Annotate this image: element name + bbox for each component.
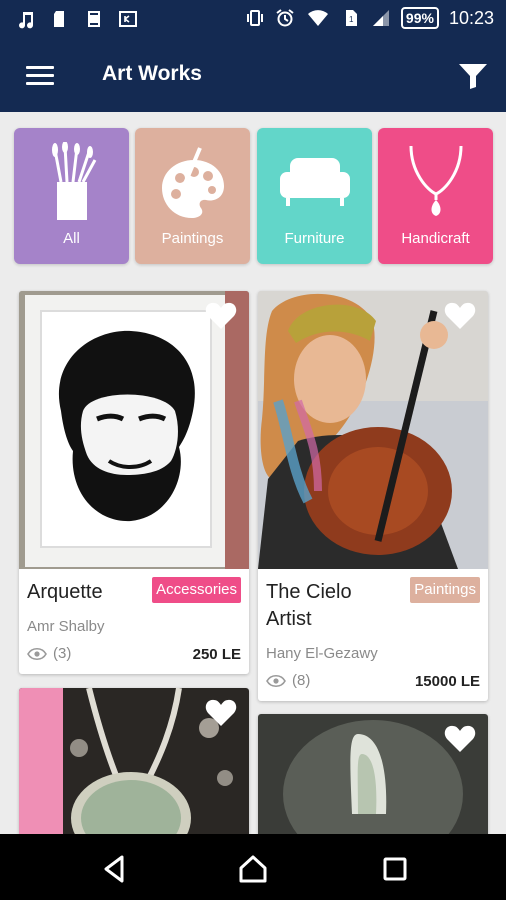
category-label: All (63, 230, 80, 247)
view-count: (3) (27, 645, 71, 662)
app-k-icon (119, 11, 137, 27)
category-badge: Accessories (152, 577, 241, 603)
necklace-icon (409, 145, 462, 216)
product-price: 15000 LE (414, 673, 480, 690)
artist-name: Amr Shalby (27, 618, 105, 635)
wifi-icon (307, 10, 328, 26)
product-card[interactable] (258, 714, 488, 848)
product-card[interactable]: The Cielo Artist Paintings Hany El-Gezaw… (258, 291, 488, 701)
battery-indicator: 99% (400, 7, 439, 29)
palette-icon (161, 147, 224, 218)
category-label: Furniture (284, 230, 345, 247)
artist-name: Hany El-Gezawy (266, 645, 378, 662)
view-count-value: (8) (292, 672, 311, 689)
svg-text:1: 1 (349, 15, 354, 24)
category-label: Handicraft (401, 230, 470, 247)
view-count: (8) (266, 672, 310, 689)
vibrate-icon (246, 10, 263, 26)
product-image (258, 291, 488, 569)
category-badge: Paintings (410, 577, 480, 603)
system-nav-bar (0, 834, 506, 900)
category-label: Paintings (161, 230, 224, 247)
category-paintings[interactable]: Paintings (135, 128, 250, 264)
page-title: Art Works (102, 62, 202, 85)
category-handicraft[interactable]: Handicraft (378, 128, 493, 264)
clock: 10:23 (448, 8, 494, 28)
app-s-icon (88, 11, 100, 27)
product-price: 250 LE (192, 646, 241, 663)
product-image (19, 291, 249, 569)
favorite-heart-icon[interactable] (444, 301, 476, 331)
favorite-heart-icon[interactable] (205, 698, 237, 728)
alarm-icon (276, 9, 294, 27)
hamburger-menu-icon[interactable] (26, 66, 54, 86)
recents-icon[interactable] (380, 854, 410, 884)
sofa-icon (279, 158, 350, 206)
back-icon[interactable] (100, 854, 130, 884)
home-icon[interactable] (238, 854, 268, 884)
product-card[interactable] (19, 688, 249, 848)
app-bar: Art Works (0, 38, 506, 112)
signal-icon (372, 10, 389, 26)
favorite-heart-icon[interactable] (205, 301, 237, 331)
product-card[interactable]: Arquette Accessories Amr Shalby (3) 250 … (19, 291, 249, 674)
brushes-icon (51, 142, 96, 220)
eye-icon (27, 647, 47, 660)
favorite-heart-icon[interactable] (444, 724, 476, 754)
eye-icon (266, 674, 286, 687)
category-furniture[interactable]: Furniture (257, 128, 372, 264)
category-all[interactable]: All (14, 128, 129, 264)
sd-card-icon (54, 11, 64, 27)
status-bar: 1 99% 10:23 (0, 0, 506, 38)
music-icon (19, 12, 34, 29)
sim-icon: 1 (345, 10, 357, 26)
view-count-value: (3) (53, 645, 72, 662)
product-name: Arquette (27, 581, 103, 603)
filter-icon[interactable] (458, 62, 488, 90)
product-name: The Cielo Artist (266, 581, 352, 630)
